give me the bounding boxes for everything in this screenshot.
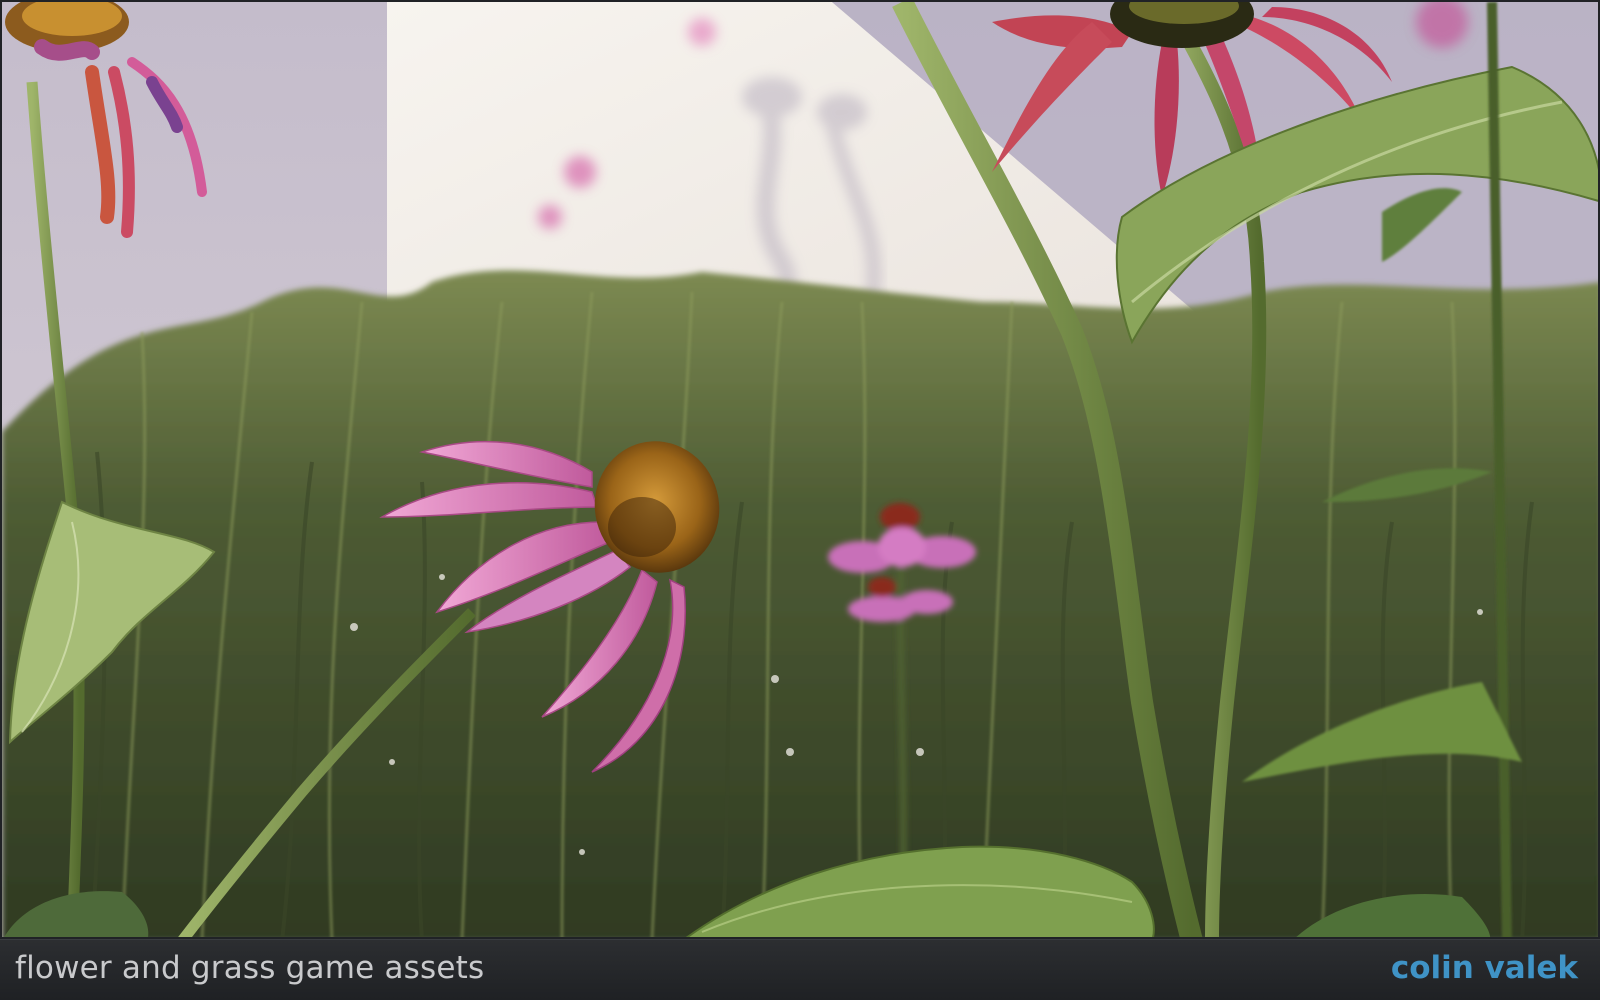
grass-field bbox=[2, 270, 1598, 937]
garden-scene bbox=[2, 2, 1598, 937]
game-render-viewport bbox=[0, 0, 1600, 939]
caption-author: colin valek bbox=[1390, 950, 1578, 986]
caption-title: flower and grass game assets bbox=[15, 950, 485, 986]
screenshot-frame: flower and grass game assets colin valek bbox=[0, 0, 1600, 1000]
caption-bar: flower and grass game assets colin valek bbox=[0, 939, 1600, 1000]
